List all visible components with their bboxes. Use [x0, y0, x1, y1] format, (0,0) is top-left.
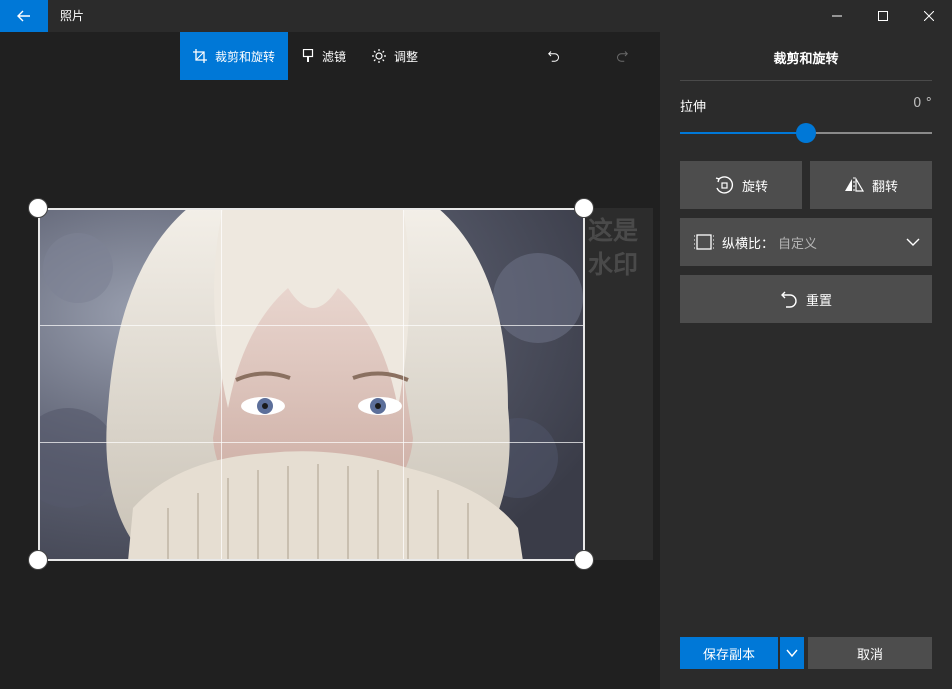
- back-button[interactable]: [0, 0, 48, 32]
- tab-adjust[interactable]: 调整: [372, 32, 418, 80]
- title-bar: 照片: [0, 0, 952, 32]
- stretch-label: 拉伸: [680, 100, 707, 115]
- tab-crop-rotate-label: 裁剪和旋转: [214, 49, 275, 64]
- tab-adjust-label: 调整: [394, 49, 419, 64]
- crop-frame[interactable]: [38, 208, 585, 561]
- tab-crop-rotate[interactable]: 裁剪和旋转: [180, 32, 288, 80]
- photo-canvas[interactable]: 这是 水印: [0, 80, 660, 689]
- rotate-button[interactable]: 旋转: [680, 161, 802, 209]
- crop-handle-bottom-left[interactable]: [28, 550, 48, 570]
- maximize-button[interactable]: [860, 0, 906, 32]
- tab-filter[interactable]: 滤镜: [302, 32, 346, 80]
- stretch-slider-fill: [680, 132, 806, 134]
- brightness-icon: [372, 49, 386, 63]
- crop-grid-line: [40, 442, 583, 443]
- crop-grid-line: [221, 210, 222, 559]
- flip-button[interactable]: 翻转: [810, 161, 932, 209]
- filter-brush-icon: [302, 49, 314, 62]
- rotate-label: 旋转: [741, 179, 768, 195]
- crop-grid-line: [40, 325, 583, 326]
- crop-handle-bottom-right[interactable]: [574, 550, 594, 570]
- maximize-icon: [878, 11, 888, 21]
- stretch-value: 0 °: [913, 96, 932, 111]
- crop-grid-line: [403, 210, 404, 559]
- save-copy-label: 保存副本: [702, 647, 755, 663]
- flip-icon: [844, 177, 864, 193]
- tab-filter-label: 滤镜: [322, 49, 347, 64]
- close-button[interactable]: [906, 0, 952, 32]
- stretch-slider[interactable]: [680, 123, 932, 143]
- crop-handle-top-right[interactable]: [574, 198, 594, 218]
- divider: [680, 80, 932, 81]
- close-icon: [924, 11, 934, 21]
- save-options-dropdown[interactable]: [780, 637, 804, 669]
- edit-toolbar: 裁剪和旋转 滤镜 调整: [0, 32, 660, 80]
- watermark-line-1: 这是: [588, 216, 639, 245]
- save-copy-button[interactable]: 保存副本: [680, 637, 778, 669]
- redo-icon: [617, 51, 628, 62]
- minimize-button[interactable]: [814, 0, 860, 32]
- cancel-label: 取消: [856, 647, 883, 663]
- undo-icon: [780, 291, 797, 308]
- app-title: 照片: [60, 9, 85, 23]
- crop-rotate-panel: 裁剪和旋转 拉伸 0 ° 旋转 翻转 纵横比： 自定义 重置 保存副本 取消: [660, 32, 952, 689]
- undo-button[interactable]: [548, 32, 568, 80]
- flip-label: 翻转: [871, 179, 898, 195]
- redo-button[interactable]: [616, 32, 636, 80]
- stretch-slider-thumb[interactable]: [796, 123, 816, 143]
- chevron-down-icon: [786, 649, 798, 658]
- watermark-line-2: 水印: [588, 250, 639, 279]
- reset-button[interactable]: 重置: [680, 275, 932, 323]
- aspect-ratio-icon: [694, 234, 714, 250]
- aspect-ratio-value: 自定义: [778, 236, 818, 252]
- reset-label: 重置: [805, 293, 832, 309]
- undo-icon: [548, 51, 559, 62]
- watermark: 这是 水印: [588, 214, 652, 282]
- chevron-down-icon: [906, 238, 920, 246]
- minimize-icon: [832, 15, 842, 17]
- aspect-ratio-dropdown[interactable]: 纵横比： 自定义: [680, 218, 932, 266]
- rotate-icon: [715, 176, 734, 194]
- back-arrow-icon: [17, 10, 30, 22]
- cancel-button[interactable]: 取消: [808, 637, 932, 669]
- crop-handle-top-left[interactable]: [28, 198, 48, 218]
- panel-title: 裁剪和旋转: [773, 52, 839, 67]
- crop-icon: [192, 49, 207, 63]
- aspect-ratio-label: 纵横比：: [722, 236, 775, 252]
